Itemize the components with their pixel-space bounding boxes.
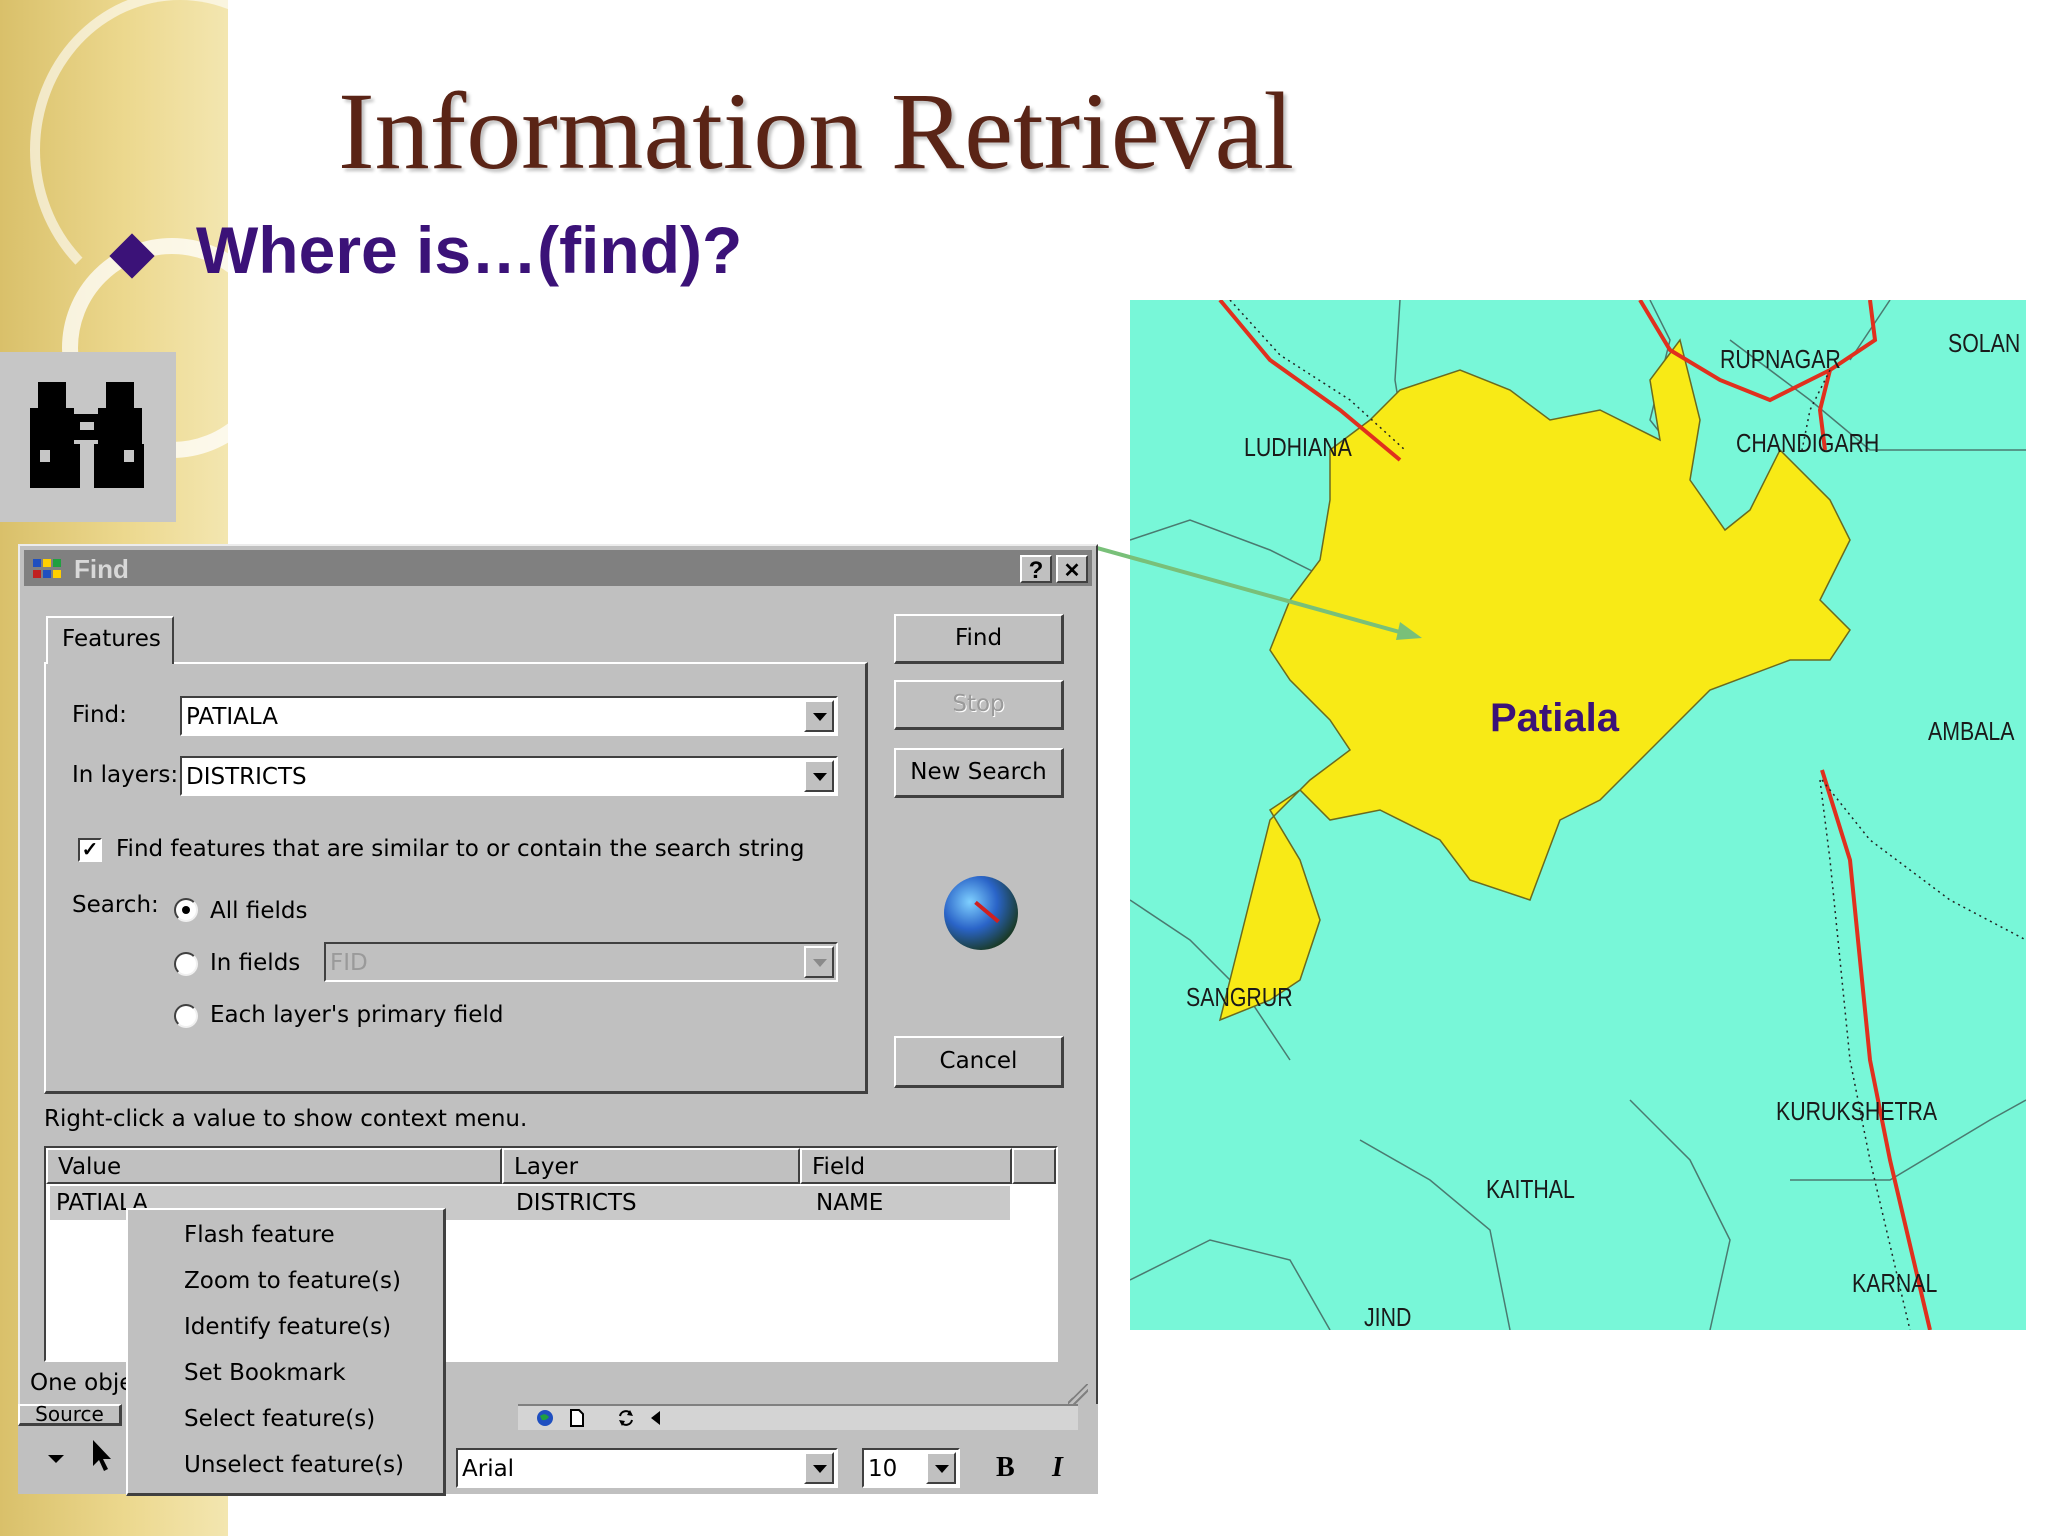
column-header-field[interactable]: Field — [800, 1148, 1012, 1184]
in-fields-value: FID — [330, 950, 368, 976]
scrollbar-track[interactable] — [518, 1404, 1078, 1430]
tab-features-label: Features — [62, 626, 161, 652]
italic-button[interactable]: I — [1052, 1452, 1063, 1484]
resize-grip-icon[interactable] — [1068, 1384, 1088, 1404]
search-label: Search: — [72, 892, 159, 918]
menu-item-flash-feature[interactable]: Flash feature — [184, 1222, 335, 1248]
radio-in-fields-label: In fields — [210, 950, 301, 976]
radio-all-fields[interactable] — [174, 898, 198, 922]
radio-primary-field-label: Each layer's primary field — [210, 1002, 504, 1028]
column-header-filler — [1012, 1148, 1056, 1184]
column-header-layer[interactable]: Layer — [502, 1148, 800, 1184]
map-label-karnal: KARNAL — [1852, 1268, 1938, 1298]
source-tab[interactable]: Source — [18, 1404, 122, 1426]
slide: Information Retrieval Where is…(find)? R… — [0, 0, 2048, 1536]
menu-item-identify-features[interactable]: Identify feature(s) — [184, 1314, 391, 1340]
menu-item-zoom-to-features[interactable]: Zoom to feature(s) — [184, 1268, 401, 1294]
globe-icon[interactable] — [534, 1408, 556, 1428]
pointer-arrow — [1090, 544, 1422, 640]
dialog-title: Find — [74, 554, 129, 584]
font-value: Arial — [462, 1456, 515, 1482]
map-label-kurukshetra: KURUKSHETRA — [1776, 1096, 1938, 1126]
map-label-ambala: AMBALA — [1928, 716, 2015, 746]
dropdown-arrow-icon[interactable] — [46, 1452, 66, 1466]
new-search-button[interactable]: New Search — [894, 748, 1064, 798]
map-label-ludhiana: LUDHIANA — [1244, 432, 1352, 462]
close-button[interactable]: ✕ — [1056, 555, 1088, 583]
scroll-left-icon[interactable] — [646, 1408, 666, 1428]
map-label-chandigarh: CHANDIGARH — [1736, 428, 1880, 458]
menu-item-select-features[interactable]: Select feature(s) — [184, 1406, 375, 1432]
context-menu: Flash feature Zoom to feature(s) Identif… — [126, 1208, 446, 1496]
stop-button[interactable]: Stop — [894, 680, 1064, 730]
layers-combo[interactable]: DISTRICTS — [180, 756, 838, 796]
context-menu-hint: Right-click a value to show context menu… — [44, 1106, 528, 1132]
status-text: One obje — [30, 1370, 134, 1396]
globe-search-icon — [944, 876, 1018, 950]
map-label-sangrur: SANGRUR — [1186, 982, 1293, 1012]
app-icon — [33, 559, 61, 578]
radio-all-fields-label: All fields — [210, 898, 308, 924]
tab-features[interactable]: Features — [46, 616, 174, 664]
find-button[interactable]: Find — [894, 614, 1064, 664]
layers-dropdown-arrow-icon[interactable] — [804, 760, 834, 792]
size-combo[interactable]: 10 — [862, 1448, 960, 1488]
radio-in-fields[interactable] — [174, 952, 198, 976]
font-dropdown-arrow-icon[interactable] — [804, 1452, 834, 1484]
result-layer: DISTRICTS — [516, 1190, 637, 1216]
dialog-titlebar: Find ? ✕ — [24, 550, 1092, 586]
find-combo[interactable]: PATIALA — [180, 696, 838, 736]
layers-label: In layers: — [72, 762, 179, 788]
similar-checkbox[interactable]: ✓ — [78, 838, 102, 862]
slide-title: Information Retrieval — [338, 70, 1295, 192]
map-label-rupnagar: RUPNAGAR — [1720, 344, 1841, 374]
map-label-solan: SOLAN — [1948, 328, 2021, 358]
radio-primary-field[interactable] — [174, 1004, 198, 1028]
result-field: NAME — [816, 1190, 884, 1216]
binoculars-button[interactable] — [0, 352, 176, 522]
font-combo[interactable]: Arial — [456, 1448, 838, 1488]
map-label-kaithal: KAITHAL — [1486, 1174, 1575, 1204]
page-icon[interactable] — [568, 1408, 586, 1428]
cancel-button[interactable]: Cancel — [894, 1036, 1064, 1088]
help-button[interactable]: ? — [1020, 555, 1052, 584]
bullet-text: Where is…(find)? — [196, 213, 743, 287]
find-value: PATIALA — [186, 704, 278, 730]
layers-value: DISTRICTS — [186, 764, 307, 790]
size-dropdown-arrow-icon[interactable] — [926, 1452, 956, 1484]
binoculars-icon — [30, 382, 144, 488]
column-header-value[interactable]: Value — [46, 1148, 502, 1184]
bold-button[interactable]: B — [996, 1452, 1015, 1484]
in-fields-dropdown-arrow-icon[interactable] — [804, 946, 834, 978]
similar-checkbox-label: Find features that are similar to or con… — [116, 836, 805, 862]
map-label-jind: JIND — [1364, 1302, 1412, 1332]
refresh-icon[interactable] — [616, 1408, 636, 1428]
pointer-tool-icon[interactable] — [90, 1438, 116, 1474]
find-dropdown-arrow-icon[interactable] — [804, 700, 834, 732]
find-label: Find: — [72, 702, 127, 728]
menu-item-set-bookmark[interactable]: Set Bookmark — [184, 1360, 346, 1386]
menu-item-unselect-features[interactable]: Unselect feature(s) — [184, 1452, 404, 1478]
size-value: 10 — [868, 1456, 898, 1482]
map-label-patiala: Patiala — [1490, 696, 1619, 740]
in-fields-combo[interactable]: FID — [324, 942, 838, 982]
